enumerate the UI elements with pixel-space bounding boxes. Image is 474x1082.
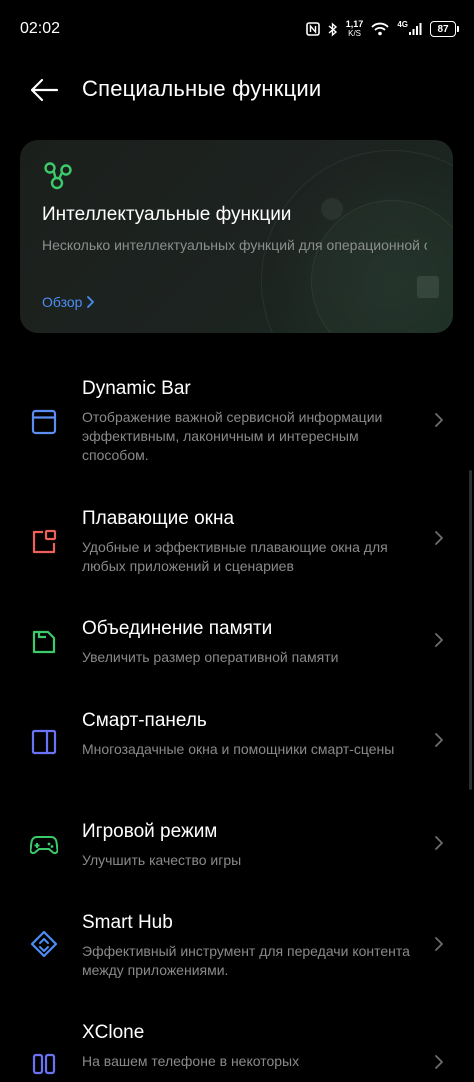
smart-panel-icon — [30, 728, 58, 756]
item-title: Dynamic Bar — [82, 378, 191, 399]
xclone-icon — [30, 1050, 58, 1078]
bluetooth-icon — [328, 21, 338, 37]
overview-link[interactable]: Обзор — [42, 294, 95, 310]
gamepad-icon — [30, 831, 58, 859]
scrollbar[interactable] — [469, 470, 472, 790]
status-time: 02:02 — [20, 20, 61, 37]
network-type: 4G — [397, 19, 408, 29]
item-title: Smart Hub — [82, 912, 173, 933]
item-subtitle: Эффективный инструмент для передачи конт… — [82, 943, 410, 978]
arrow-left-icon — [30, 78, 59, 102]
item-subtitle: Улучшить качество игры — [82, 852, 242, 868]
item-subtitle: Увеличить размер оперативной памяти — [82, 649, 339, 665]
smart-features-banner[interactable]: Интеллектуальные функции Несколько интел… — [20, 140, 453, 333]
list-item-smart-panel[interactable]: Смарт-панель Многозадачные окна и помощн… — [0, 710, 474, 790]
banner-decoration — [321, 198, 343, 220]
item-subtitle: Многозадачные окна и помощники смарт-сце… — [82, 741, 395, 757]
item-title: Объединение памяти — [82, 618, 273, 639]
floating-window-icon — [30, 528, 58, 556]
network-speed: 1,17 K/S — [345, 19, 364, 39]
signal-icon — [408, 22, 422, 36]
list-item-dynamic-bar[interactable]: Dynamic Bar Отображение важной сервисной… — [0, 378, 474, 488]
overview-link-label: Обзор — [42, 294, 83, 310]
list-item-memory-extension[interactable]: Объединение памяти Увеличить размер опер… — [0, 618, 474, 678]
list-item-floating-windows[interactable]: Плавающие окна Удобные и эффективные пла… — [0, 508, 474, 588]
item-title: Смарт-панель — [82, 710, 207, 731]
item-subtitle: Удобные и эффективные плавающие окна для… — [82, 539, 388, 574]
chevron-right-icon — [432, 630, 446, 650]
list-item-xclone[interactable]: XClone На вашем телефоне в некоторых — [0, 1022, 474, 1082]
dynamic-bar-icon — [30, 408, 58, 436]
chevron-right-icon — [432, 833, 446, 853]
banner-title: Интеллектуальные функции — [42, 204, 292, 225]
battery-indicator: 87 — [430, 21, 459, 37]
chevron-right-icon — [87, 296, 95, 308]
item-title: Игровой режим — [82, 821, 218, 842]
item-title: Плавающие окна — [82, 508, 235, 529]
status-bar: 02:02 1,17 K/S 4G 87 — [0, 0, 474, 60]
chevron-right-icon — [432, 410, 446, 430]
status-icons: 1,17 K/S 4G 87 — [305, 18, 459, 40]
molecule-icon — [42, 160, 74, 192]
page-title: Специальные функции — [82, 76, 322, 101]
item-subtitle: На вашем телефоне в некоторых — [82, 1053, 300, 1069]
back-button[interactable] — [24, 74, 64, 106]
header: Специальные функции — [0, 60, 474, 120]
chevron-right-icon — [432, 1052, 446, 1072]
banner-description: Несколько интеллектуальных функций для о… — [42, 237, 427, 253]
list-item-game-mode[interactable]: Игровой режим Улучшить качество игры — [0, 821, 474, 881]
item-subtitle: Отображение важной сервисной информации … — [82, 409, 383, 463]
list-item-smart-hub[interactable]: Smart Hub Эффективный инструмент для пер… — [0, 912, 474, 992]
wifi-icon — [371, 22, 389, 36]
chevron-right-icon — [432, 528, 446, 548]
chevron-right-icon — [432, 730, 446, 750]
chevron-right-icon — [432, 934, 446, 954]
nfc-icon — [305, 22, 320, 36]
memory-card-icon — [30, 628, 58, 656]
banner-decoration — [417, 276, 439, 298]
item-title: XClone — [82, 1022, 145, 1043]
smart-hub-icon — [30, 930, 58, 958]
